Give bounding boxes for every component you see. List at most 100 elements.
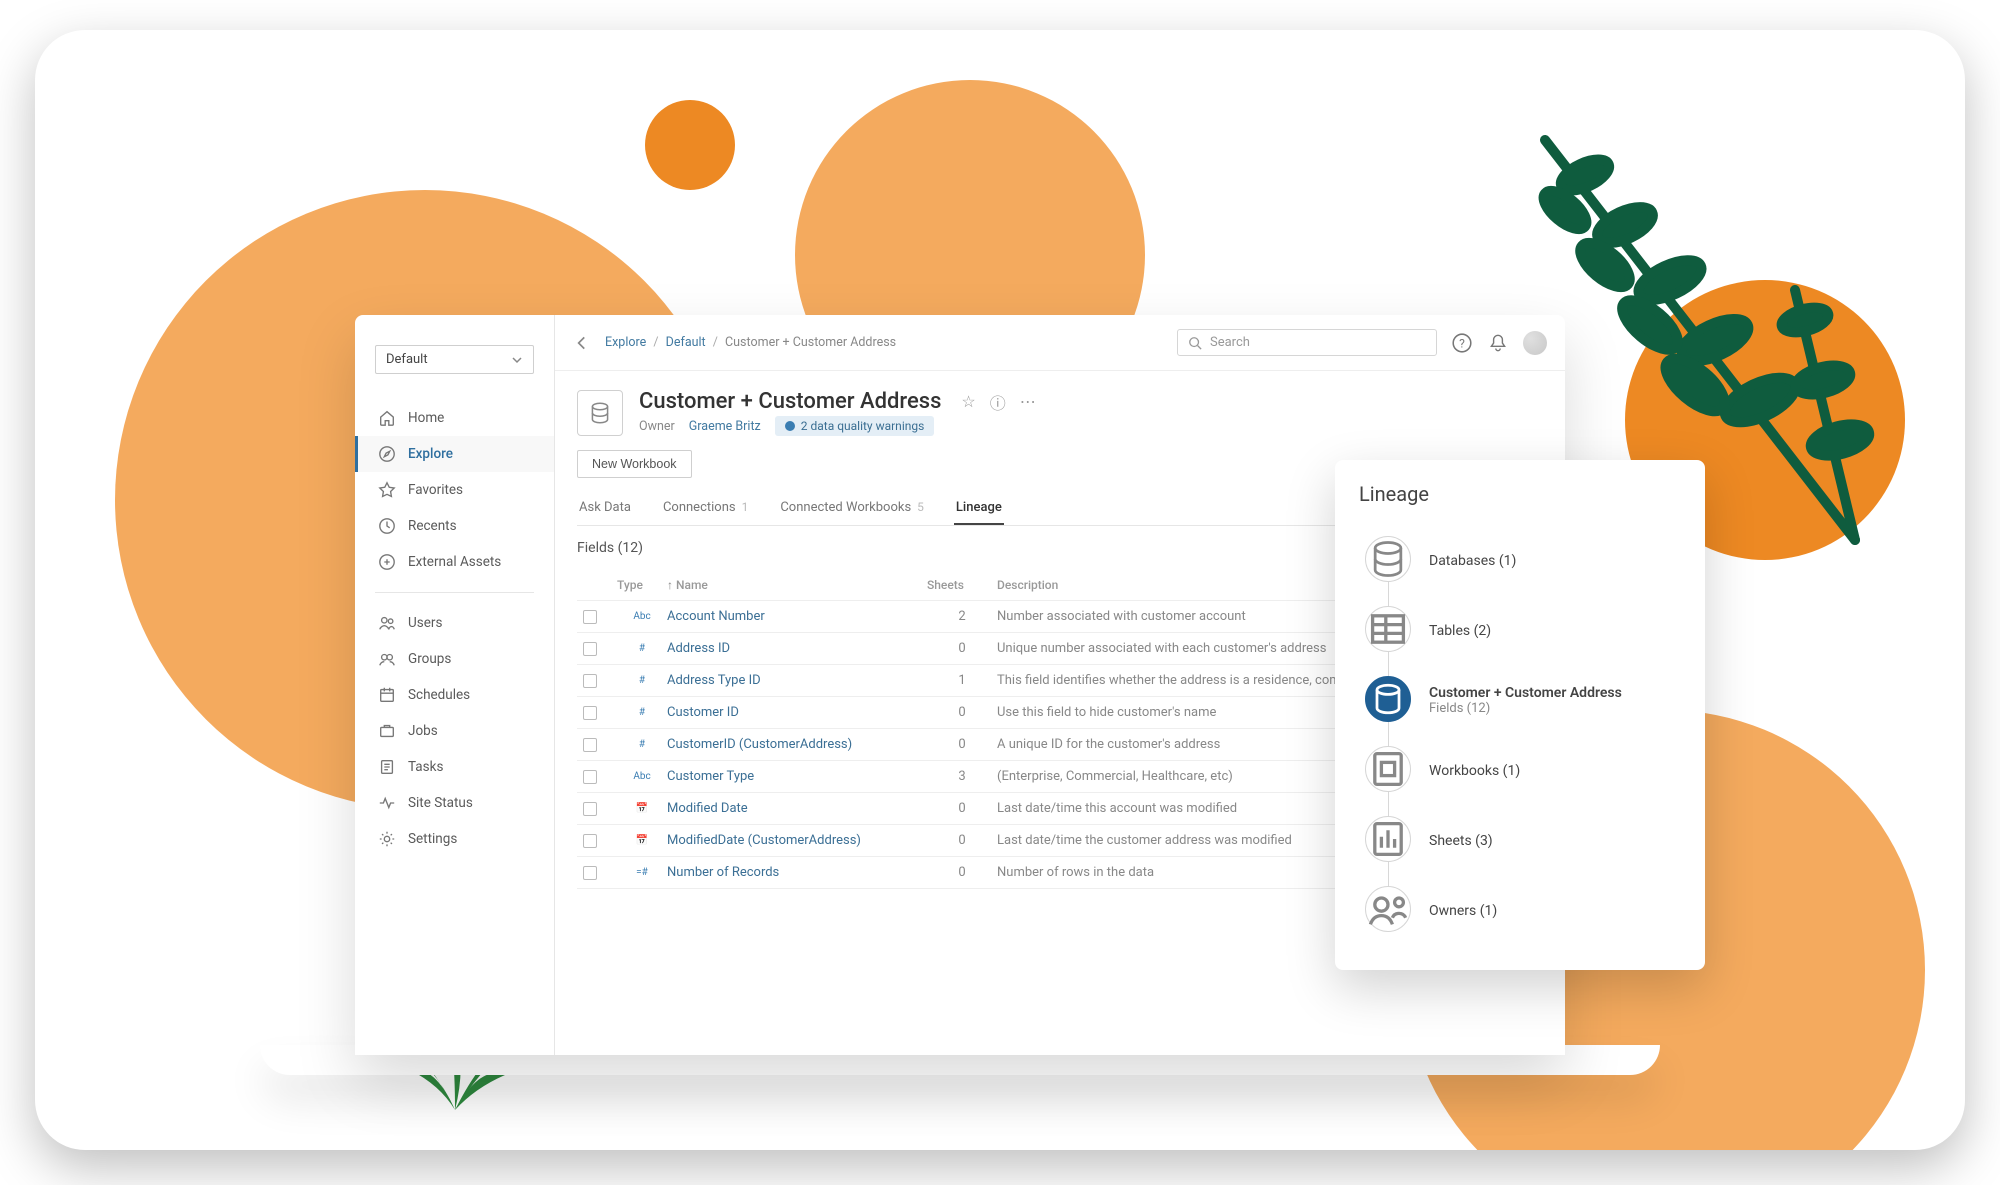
field-name-link[interactable]: Number of Records: [667, 865, 927, 880]
sidebar-item-favorites[interactable]: Favorites: [355, 472, 554, 508]
sidebar-item-home[interactable]: Home: [355, 400, 554, 436]
dq-warning-badge[interactable]: 2 data quality warnings: [775, 416, 935, 436]
datasource-icon: [1365, 676, 1411, 722]
table-icon: [1365, 606, 1411, 652]
col-type[interactable]: Type: [617, 578, 667, 592]
sidebar-item-label: Users: [408, 615, 442, 631]
field-name-link[interactable]: Account Number: [667, 609, 927, 624]
row-checkbox[interactable]: [583, 802, 597, 816]
tab-lineage[interactable]: Lineage: [954, 492, 1004, 525]
help-icon[interactable]: ?: [1451, 332, 1473, 354]
avatar[interactable]: [1523, 331, 1547, 355]
home-icon: [378, 409, 396, 427]
tab-label: Ask Data: [579, 500, 631, 515]
breadcrumb-link[interactable]: Default: [666, 335, 706, 350]
tab-ask-data[interactable]: Ask Data: [577, 492, 633, 525]
field-sheets-count: 0: [927, 737, 997, 752]
pulse-icon: [378, 794, 396, 812]
sidebar-item-external-assets[interactable]: External Assets: [355, 544, 554, 580]
sidebar-item-label: Schedules: [408, 687, 470, 703]
field-type: #: [617, 707, 667, 718]
warning-dot-icon: [785, 421, 795, 431]
page-title: Customer + Customer Address: [639, 389, 941, 414]
tasks-icon: [378, 758, 396, 776]
field-name-link[interactable]: Customer Type: [667, 769, 927, 784]
lineage-item[interactable]: Databases (1): [1365, 524, 1681, 594]
field-name-link[interactable]: ModifiedDate (CustomerAddress): [667, 833, 927, 848]
tab-connected-workbooks[interactable]: Connected Workbooks5: [778, 492, 926, 525]
field-sheets-count: 3: [927, 769, 997, 784]
field-name-link[interactable]: Address Type ID: [667, 673, 927, 688]
stacks-icon: [378, 553, 396, 571]
lineage-item[interactable]: Tables (2): [1365, 594, 1681, 664]
row-checkbox[interactable]: [583, 674, 597, 688]
star-icon[interactable]: ☆: [961, 392, 975, 411]
field-type: =#: [617, 867, 667, 878]
field-type: #: [617, 643, 667, 654]
sidebar-item-explore[interactable]: Explore: [355, 436, 554, 472]
col-name[interactable]: Name: [667, 578, 927, 592]
info-icon[interactable]: ⓘ: [990, 390, 1006, 414]
row-checkbox[interactable]: [583, 770, 597, 784]
search-placeholder: Search: [1210, 335, 1250, 350]
row-checkbox[interactable]: [583, 738, 597, 752]
lineage-item-label: Databases (1): [1429, 553, 1516, 569]
row-checkbox[interactable]: [583, 866, 597, 880]
row-checkbox[interactable]: [583, 642, 597, 656]
field-name-link[interactable]: CustomerID (CustomerAddress): [667, 737, 927, 752]
sidebar-item-users[interactable]: Users: [355, 605, 554, 641]
owner-link[interactable]: Graeme Britz: [689, 419, 761, 434]
row-checkbox[interactable]: [583, 706, 597, 720]
sidebar-item-recents[interactable]: Recents: [355, 508, 554, 544]
lineage-item[interactable]: Sheets (3): [1365, 804, 1681, 874]
sidebar-item-schedules[interactable]: Schedules: [355, 677, 554, 713]
lineage-item[interactable]: Owners (1): [1365, 874, 1681, 944]
breadcrumb: Explore / Default / Customer + Customer …: [605, 335, 896, 350]
col-sheets[interactable]: Sheets: [927, 578, 997, 592]
field-type: Abc: [617, 611, 667, 622]
chevron-down-icon: [511, 354, 523, 366]
row-checkbox[interactable]: [583, 610, 597, 624]
nav-separator: [375, 592, 534, 593]
sidebar-item-jobs[interactable]: Jobs: [355, 713, 554, 749]
sidebar-item-label: Recents: [408, 518, 457, 534]
lineage-item-label: Sheets (3): [1429, 833, 1493, 849]
back-chevron-icon[interactable]: [573, 334, 591, 352]
field-sheets-count: 0: [927, 833, 997, 848]
breadcrumb-link[interactable]: Explore: [605, 335, 646, 350]
bell-icon[interactable]: [1487, 332, 1509, 354]
field-type: #: [617, 739, 667, 750]
field-name-link[interactable]: Address ID: [667, 641, 927, 656]
sheet-icon: [1365, 816, 1411, 862]
dq-warning-text: 2 data quality warnings: [801, 419, 925, 433]
breadcrumb-current: Customer + Customer Address: [725, 335, 896, 350]
new-workbook-button[interactable]: New Workbook: [577, 450, 692, 478]
site-selector[interactable]: Default: [375, 345, 534, 374]
sidebar-item-groups[interactable]: Groups: [355, 641, 554, 677]
row-checkbox[interactable]: [583, 834, 597, 848]
lineage-item-label: Customer + Customer Address: [1429, 685, 1622, 701]
more-icon[interactable]: ⋯: [1020, 392, 1036, 411]
field-name-link[interactable]: Modified Date: [667, 801, 927, 816]
lineage-item[interactable]: Customer + Customer Address Fields (12): [1365, 664, 1681, 734]
field-sheets-count: 2: [927, 609, 997, 624]
tab-count: 5: [917, 500, 924, 514]
lineage-item-label: Tables (2): [1429, 623, 1491, 639]
sidebar-item-tasks[interactable]: Tasks: [355, 749, 554, 785]
sidebar-item-site-status[interactable]: Site Status: [355, 785, 554, 821]
lineage-item-label: Owners (1): [1429, 903, 1497, 919]
lineage-item[interactable]: Workbooks (1): [1365, 734, 1681, 804]
lineage-item-sub: Fields (12): [1429, 701, 1622, 716]
owner-icon: [1365, 886, 1411, 932]
title-row: Customer + Customer Address ☆ ⓘ ⋯ Owner …: [577, 389, 1543, 436]
search-input[interactable]: Search: [1177, 329, 1437, 356]
clock-icon: [378, 517, 396, 535]
sidebar-item-settings[interactable]: Settings: [355, 821, 554, 857]
field-sheets-count: 0: [927, 801, 997, 816]
datasource-icon: [577, 390, 623, 436]
users-icon: [378, 614, 396, 632]
tab-connections[interactable]: Connections1: [661, 492, 750, 525]
lineage-item-label: Workbooks (1): [1429, 763, 1520, 779]
sidebar: Default Home Explore Favorites Recents E…: [355, 315, 555, 1055]
field-name-link[interactable]: Customer ID: [667, 705, 927, 720]
